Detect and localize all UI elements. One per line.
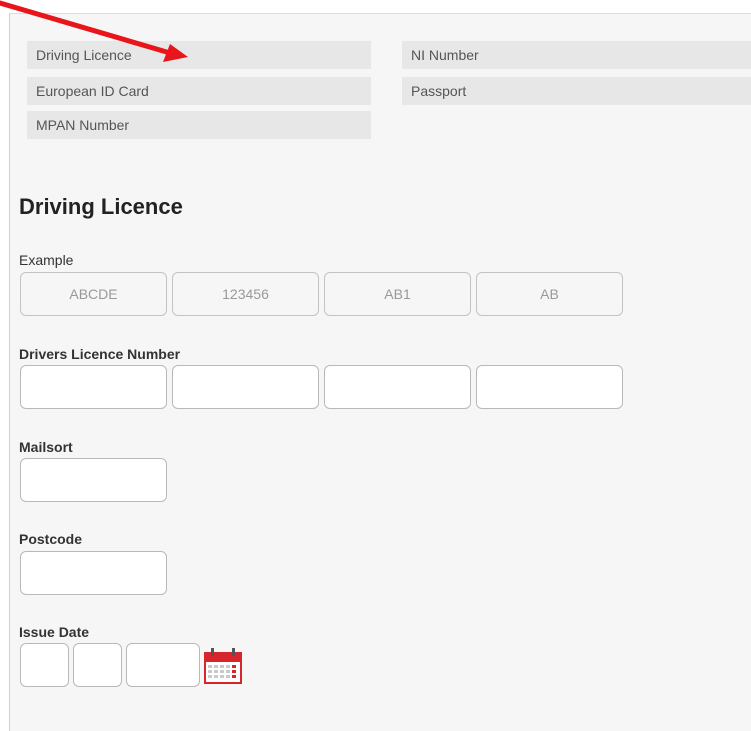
example-segment-1: ABCDE xyxy=(20,272,167,316)
issue-date-label: Issue Date xyxy=(19,624,90,640)
issue-date-year-input[interactable] xyxy=(126,643,200,687)
calendar-icon[interactable] xyxy=(204,648,242,684)
example-label: Example xyxy=(19,252,74,268)
example-segment-4: AB xyxy=(476,272,623,316)
licence-number-label: Drivers Licence Number xyxy=(19,346,181,362)
issue-date-month-input[interactable] xyxy=(73,643,122,687)
licence-number-input-4[interactable] xyxy=(476,365,623,409)
doc-type-mpan-number[interactable]: MPAN Number xyxy=(27,111,371,139)
postcode-input[interactable] xyxy=(20,551,167,595)
doc-type-passport[interactable]: Passport xyxy=(402,77,751,105)
licence-number-input-3[interactable] xyxy=(324,365,471,409)
issue-date-day-input[interactable] xyxy=(20,643,69,687)
licence-number-input-1[interactable] xyxy=(20,365,167,409)
mailsort-input[interactable] xyxy=(20,458,167,502)
mailsort-label: Mailsort xyxy=(19,439,73,455)
postcode-label: Postcode xyxy=(19,531,83,547)
example-segment-2: 123456 xyxy=(172,272,319,316)
example-segment-3: AB1 xyxy=(324,272,471,316)
doc-type-european-id-card[interactable]: European ID Card xyxy=(27,77,371,105)
section-title: Driving Licence xyxy=(19,194,183,219)
licence-number-input-2[interactable] xyxy=(172,365,319,409)
doc-type-ni-number[interactable]: NI Number xyxy=(402,41,751,69)
annotation-arrow xyxy=(0,0,188,62)
